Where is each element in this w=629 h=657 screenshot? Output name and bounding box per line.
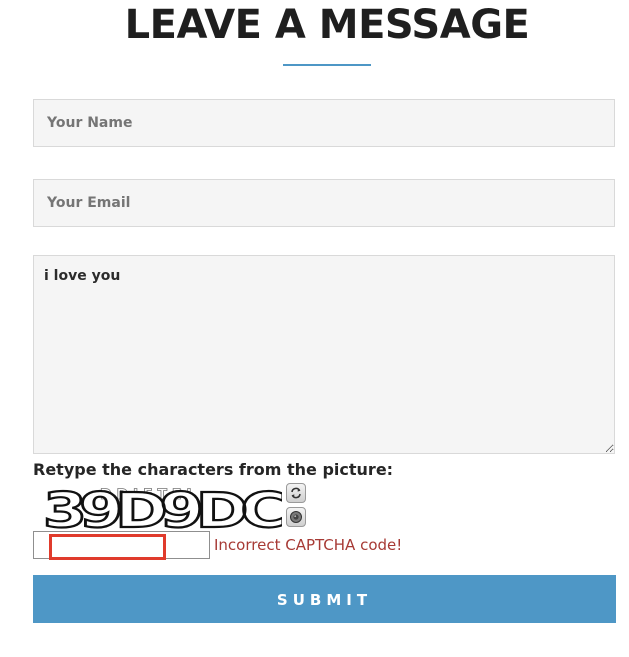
- captcha-image: D D I E T E L 39D9DC: [42, 482, 282, 533]
- captcha-prompt: Retype the characters from the picture:: [33, 460, 394, 479]
- captcha-refresh-button[interactable]: [286, 483, 306, 503]
- name-input[interactable]: [33, 99, 615, 147]
- submit-button[interactable]: SUBMIT: [33, 575, 616, 623]
- email-input[interactable]: [33, 179, 615, 227]
- captcha-error-message: Incorrect CAPTCHA code!: [214, 536, 403, 554]
- refresh-icon: [291, 487, 301, 499]
- captcha-audio-button[interactable]: [286, 507, 306, 527]
- captcha-input[interactable]: [33, 531, 210, 559]
- title-divider: [283, 64, 371, 66]
- captcha-characters: 39D9DC: [43, 483, 282, 533]
- speaker-icon: [290, 511, 302, 523]
- message-textarea[interactable]: i love you: [33, 255, 615, 454]
- page-title: LEAVE A MESSAGE: [124, 2, 530, 48]
